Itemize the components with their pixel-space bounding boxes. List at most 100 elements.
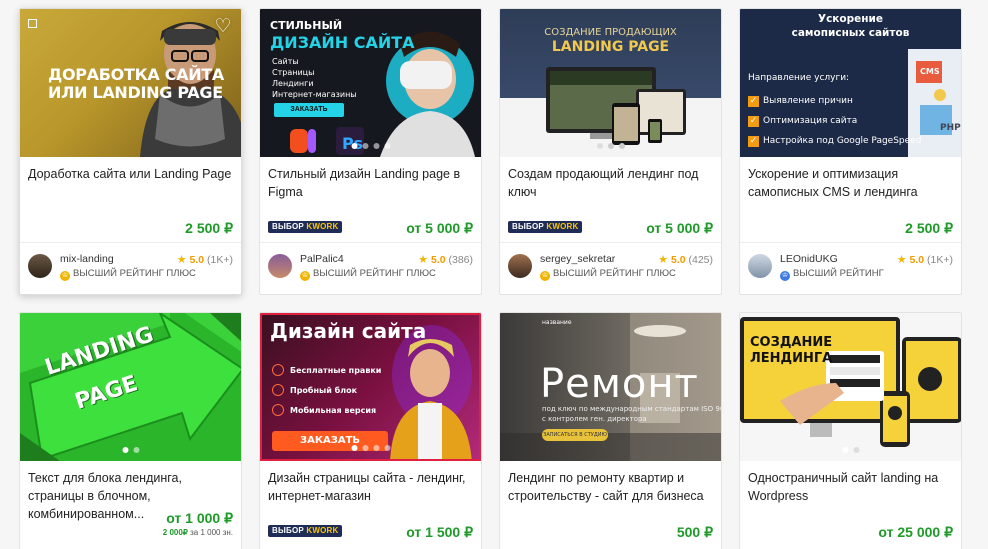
image-headline-1: Ремонт — [540, 361, 699, 407]
seller-name[interactable]: LEOnidUKG — [780, 253, 838, 265]
checkbox-icon: ✓ — [748, 96, 759, 107]
level-crown-icon: ♔ — [540, 271, 550, 281]
seller-avatar[interactable] — [508, 254, 532, 278]
bullet: Пробный блок — [290, 386, 358, 395]
gig-card[interactable]: LANDING PAGE Текст для блока лендинга, с… — [19, 312, 242, 549]
gig-thumbnail[interactable]: СОЗДАНИЕ ЛЕНДИНГА — [740, 313, 961, 461]
seller-level: ♔ ВЫСШИЙ РЕЙТИНГ ПЛЮС — [540, 268, 676, 281]
checkbox-icon: ✓ — [748, 136, 759, 147]
image-headline-2: LANDING PAGE — [551, 39, 670, 55]
review-count: (1K+) — [207, 254, 233, 266]
gig-title[interactable]: Лендинг по ремонту квартир и строительст… — [508, 469, 713, 505]
image-bullets: ✓ Выявление причин ✓ Оптимизация сайта ✓ На… — [748, 91, 921, 151]
carousel-dots[interactable] — [351, 143, 390, 149]
badge-brand: KWORK — [546, 222, 579, 231]
bullet: Выявление причин — [763, 96, 853, 106]
bullet: Мобильная версия — [290, 406, 377, 415]
seller-avatar[interactable] — [28, 254, 52, 278]
seller-name[interactable]: PalPalic4 — [300, 253, 344, 265]
image-bullets: Сайты Страницы Лендинги Интернет-магазин… — [272, 56, 357, 100]
level-label: ВЫСШИЙ РЕЙТИНГ ПЛЮС — [313, 268, 436, 279]
gig-thumbnail[interactable]: СОЗДАНИЕ ПРОДАЮЩИХ LANDING PAGE — [500, 9, 721, 157]
seller-rating: ★ 5.0 (1K+) — [177, 253, 233, 266]
image-headline-1: ДОРАБОТКА САЙТА — [48, 65, 225, 84]
pencil-icon — [272, 364, 284, 376]
image-headline-3: с контролем ген. директора — [542, 415, 647, 423]
gig-title[interactable]: Создам продающий лендинг под ключ — [508, 165, 713, 201]
bullet: Сайты — [272, 57, 299, 66]
badge-brand: KWORK — [306, 526, 339, 535]
gig-card[interactable]: Дизайн сайта Бесплатные правки Пробный б… — [259, 312, 482, 549]
gig-title[interactable]: Одностраничный сайт landing на Wordpress — [748, 469, 953, 505]
image-cta-button: ЗАПИСАТЬСЯ В СТУДИЮ — [542, 429, 608, 441]
gig-thumbnail[interactable]: ДОРАБОТКА САЙТА ИЛИ LANDING PAGE ♡ — [20, 9, 241, 157]
review-count: (1K+) — [927, 254, 953, 266]
image-tag-cms: CMS — [920, 67, 940, 76]
gig-price: 2 500 ₽ — [185, 220, 233, 236]
gig-title[interactable]: Дизайн страницы сайта - лендинг, интерне… — [268, 469, 473, 505]
carousel-dots[interactable] — [596, 143, 625, 149]
gig-card[interactable]: Ps СТИЛЬНЫЙ ДИЗАЙН САЙТА Сайты Страницы … — [259, 8, 482, 295]
bullet: Интернет-магазины — [272, 90, 357, 99]
gig-price: от 5 000 ₽ — [406, 220, 473, 236]
review-count: (425) — [688, 254, 713, 266]
gig-thumbnail[interactable]: Ускорение самописных сайтов Направление … — [740, 9, 961, 157]
gig-card[interactable]: Ускорение самописных сайтов Направление … — [739, 8, 962, 295]
badge-brand: KWORK — [306, 222, 339, 231]
seller-name[interactable]: mix-landing — [60, 253, 114, 265]
clock-icon — [272, 384, 284, 396]
gig-thumbnail[interactable]: LANDING PAGE — [20, 313, 241, 461]
gig-card[interactable]: название Ремонт под ключ по международны… — [499, 312, 722, 549]
logo-icon — [28, 19, 37, 28]
carousel-dots[interactable] — [351, 445, 390, 451]
gig-thumbnail[interactable]: Дизайн сайта Бесплатные правки Пробный б… — [260, 313, 481, 461]
image-headline-1: СОЗДАНИЕ — [750, 335, 833, 350]
bullet: Оптимизация сайта — [763, 116, 858, 126]
seller-level: ♔ ВЫСШИЙ РЕЙТИНГ ПЛЮС — [60, 268, 196, 281]
kwork-choice-badge: ВЫБОР KWORK — [268, 525, 343, 537]
gig-card[interactable]: ДОРАБОТКА САЙТА ИЛИ LANDING PAGE ♡ Дораб… — [19, 8, 242, 295]
gig-title[interactable]: Стильный дизайн Landing page в Figma — [268, 165, 473, 201]
gig-price: от 1 500 ₽ — [406, 524, 473, 540]
favorite-heart-icon[interactable]: ♡ — [213, 17, 233, 37]
gig-title[interactable]: Ускорение и оптимизация самописных CMS и… — [748, 165, 953, 201]
gig-title[interactable]: Доработка сайта или Landing Page — [28, 165, 233, 183]
image-headline-2: ЛЕНДИНГА — [750, 351, 833, 366]
divider — [20, 242, 241, 243]
divider — [740, 242, 961, 243]
seller-name[interactable]: sergey_sekretar — [540, 253, 615, 265]
seller-rating: ★ 5.0 (425) — [658, 253, 713, 266]
gig-thumbnail[interactable]: Ps СТИЛЬНЫЙ ДИЗАЙН САЙТА Сайты Страницы … — [260, 9, 481, 157]
gig-card[interactable]: СОЗДАНИЕ ПРОДАЮЩИХ LANDING PAGE Создам п… — [499, 8, 722, 295]
star-icon: ★ — [658, 254, 669, 266]
carousel-dots[interactable] — [122, 447, 139, 453]
rating-value: 5.0 — [189, 254, 205, 266]
gig-thumbnail[interactable]: название Ремонт под ключ по международны… — [500, 313, 721, 461]
rating-value: 5.0 — [670, 254, 686, 266]
level-label: ВЫСШИЙ РЕЙТИНГ ПЛЮС — [553, 268, 676, 279]
image-small-label: название — [542, 319, 572, 326]
image-headline-2: самописных сайтов — [791, 27, 910, 39]
image-tag-php: PHP — [940, 123, 961, 133]
image-bullets: Бесплатные правки Пробный блок Мобильная… — [272, 361, 381, 421]
star-icon: ★ — [418, 254, 429, 266]
seller-rating: ★ 5.0 (386) — [418, 253, 473, 266]
gig-subprice: 2 000₽ за 1 000 зн. — [163, 528, 233, 537]
seller-level: ♔ ВЫСШИЙ РЕЙТИНГ ПЛЮС — [300, 268, 436, 281]
gig-card[interactable]: СОЗДАНИЕ ЛЕНДИНГА Одностраничный сайт la… — [739, 312, 962, 549]
image-headline-1: Дизайн сайта — [270, 319, 427, 343]
badge-text: ВЫБОР — [272, 222, 304, 231]
seller-level: ♔ ВЫСШИЙ РЕЙТИНГ — [780, 268, 884, 281]
image-headline-2: ИЛИ LANDING PAGE — [48, 83, 223, 102]
star-icon: ★ — [176, 254, 187, 266]
seller-avatar[interactable] — [268, 254, 292, 278]
badge-text: ВЫБОР — [512, 222, 544, 231]
level-label: ВЫСШИЙ РЕЙТИНГ ПЛЮС — [73, 268, 196, 279]
bullet: Настройка под Google PageSpeed — [763, 136, 922, 146]
image-headline-2: под ключ по международным стандартам ISO… — [542, 405, 721, 413]
carousel-dots[interactable] — [842, 447, 859, 453]
seller-avatar[interactable] — [748, 254, 772, 278]
kwork-choice-badge: ВЫБОР KWORK — [508, 221, 583, 233]
gig-price: 500 ₽ — [676, 524, 713, 540]
image-headline-1: Ускорение — [817, 13, 884, 25]
